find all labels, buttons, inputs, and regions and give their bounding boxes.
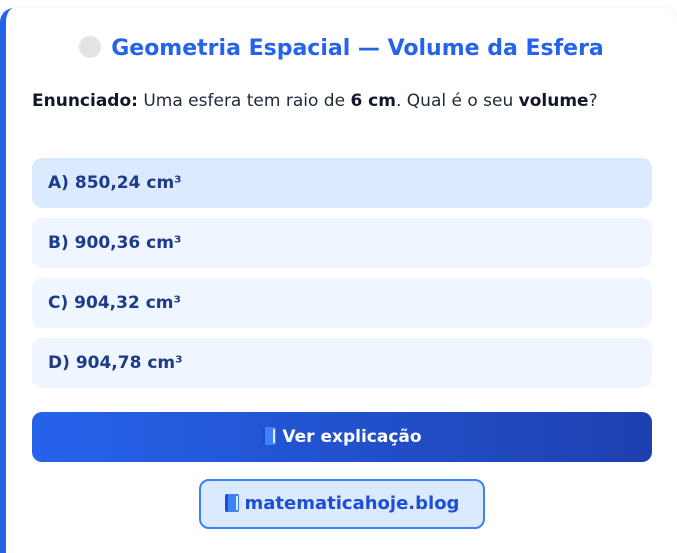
explain-button-label: Ver explicação <box>282 427 422 447</box>
option-a[interactable]: A) 850,24 cm³ <box>32 158 652 208</box>
statement-text-2: . Qual é o seu <box>395 91 519 111</box>
option-b[interactable]: B) 900,36 cm³ <box>32 218 652 268</box>
book-icon <box>262 427 277 445</box>
blog-link[interactable]: matematicahoje.blog <box>199 479 485 529</box>
option-value: 900,36 cm³ <box>74 233 182 253</box>
option-letter: B) <box>48 233 69 253</box>
quiz-title-row: Geometria Espacial — Volume da Esfera <box>6 36 677 61</box>
blog-link-label: matematicahoje.blog <box>244 493 460 514</box>
option-letter: C) <box>48 293 69 313</box>
circle-icon <box>79 36 102 58</box>
option-value: 904,78 cm³ <box>75 353 183 373</box>
statement-text-3: ? <box>588 91 598 111</box>
statement-keyword: volume <box>518 91 589 111</box>
question-statement: Enunciado: Uma esfera tem raio de 6 cm. … <box>32 86 642 116</box>
option-letter: D) <box>48 353 70 373</box>
statement-label: Enunciado: <box>32 91 138 111</box>
option-value: 904,32 cm³ <box>74 293 181 313</box>
statement-radius: 6 cm <box>350 91 396 111</box>
quiz-title: Geometria Espacial — Volume da Esfera <box>111 36 604 61</box>
quiz-card: Geometria Espacial — Volume da Esfera En… <box>0 8 677 553</box>
book-icon <box>224 494 239 512</box>
option-d[interactable]: D) 904,78 cm³ <box>32 338 652 388</box>
statement-text-1: Uma esfera tem raio de <box>137 91 351 111</box>
option-value: 850,24 cm³ <box>74 173 182 193</box>
option-c[interactable]: C) 904,32 cm³ <box>32 278 652 328</box>
option-letter: A) <box>48 173 69 193</box>
explain-button[interactable]: Ver explicação <box>32 412 652 462</box>
